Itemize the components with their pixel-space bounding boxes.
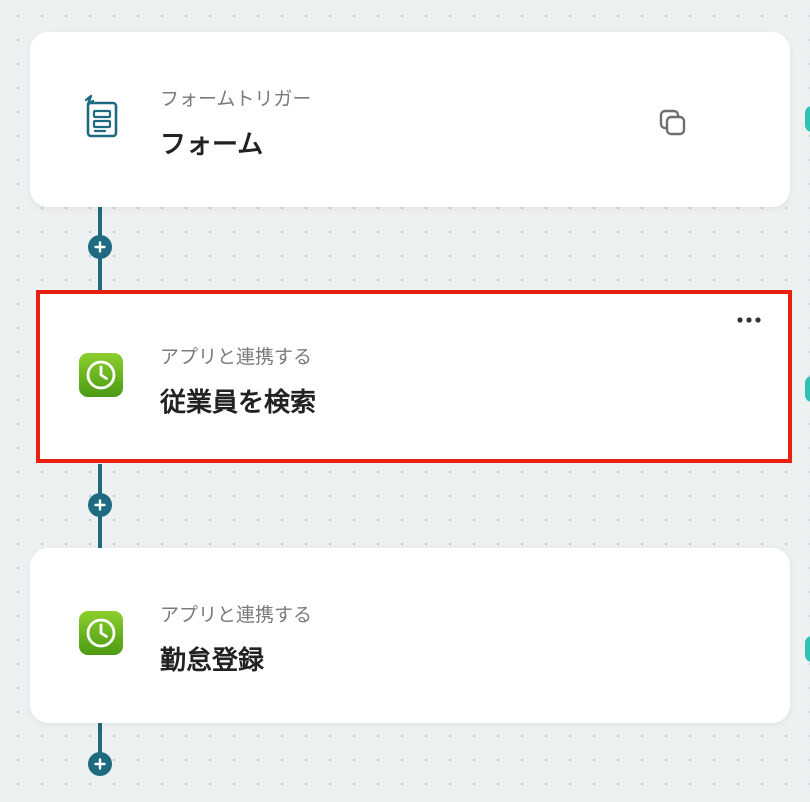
step-category-label: アプリと連携する bbox=[160, 604, 313, 626]
step-title: 勤怠登録 bbox=[160, 646, 265, 676]
add-step-button[interactable] bbox=[88, 493, 112, 517]
plus-icon bbox=[94, 758, 106, 770]
step-category-label: フォームトリガー bbox=[160, 88, 312, 110]
step-edge-marker bbox=[805, 376, 810, 402]
add-step-button[interactable] bbox=[88, 235, 112, 259]
step-title: フォーム bbox=[160, 130, 264, 160]
step-category-label: アプリと連携する bbox=[160, 346, 313, 368]
plus-icon bbox=[94, 241, 106, 253]
step-title: 従業員を検索 bbox=[160, 388, 317, 418]
step-card-search-employee[interactable]: アプリと連携する 従業員を検索 bbox=[36, 290, 792, 463]
plus-icon bbox=[94, 499, 106, 511]
add-step-button[interactable] bbox=[88, 752, 112, 776]
step-edge-marker bbox=[805, 106, 810, 132]
form-icon bbox=[78, 94, 124, 140]
clock-app-icon bbox=[78, 610, 124, 656]
step-card-form-trigger[interactable]: フォームトリガー フォーム bbox=[30, 32, 790, 207]
step-card-attendance[interactable]: アプリと連携する 勤怠登録 bbox=[30, 548, 790, 723]
more-icon[interactable] bbox=[732, 312, 766, 328]
copy-icon[interactable] bbox=[658, 108, 688, 138]
clock-app-icon bbox=[78, 352, 124, 398]
step-edge-marker bbox=[805, 636, 810, 662]
